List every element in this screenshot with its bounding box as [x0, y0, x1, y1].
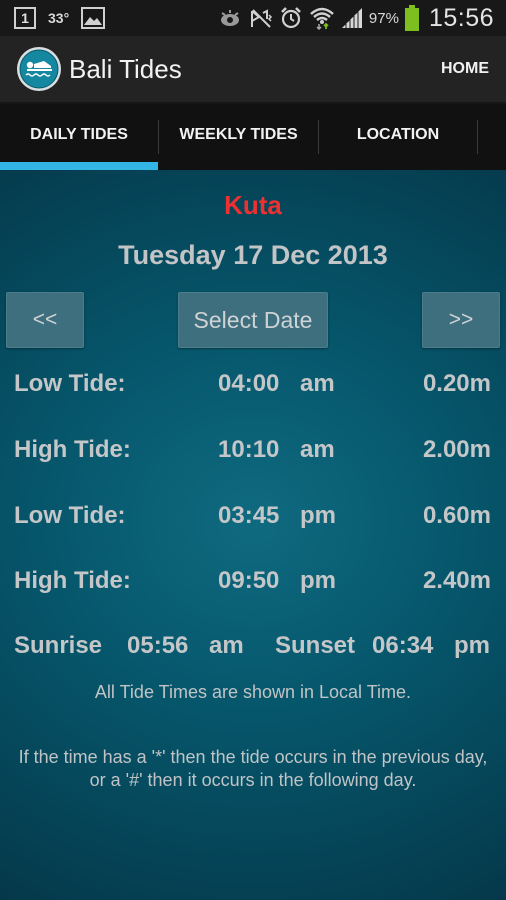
daily-tides-panel: Kuta Tuesday 17 Dec 2013 << Select Date … [0, 170, 506, 900]
signal-icon [341, 6, 363, 30]
tide-type: High Tide: [14, 567, 131, 594]
swimmer-icon[interactable] [16, 46, 62, 92]
alarm-icon [279, 6, 303, 30]
image-icon [81, 6, 106, 30]
tab-location[interactable]: LOCATION [319, 104, 477, 170]
tide-height: 0.60m [422, 502, 491, 529]
location-name: Kuta [224, 190, 282, 220]
tide-type: High Tide: [14, 436, 131, 463]
sunrise-ampm: am [209, 632, 244, 659]
tide-type: Low Tide: [14, 502, 126, 529]
wifi-icon [309, 6, 335, 30]
tide-height: 0.20m [422, 370, 491, 397]
sunrise-time: 05:56 [127, 632, 189, 659]
local-time-note: All Tide Times are shown in Local Time. [94, 682, 412, 702]
next-day-button[interactable]: >> [422, 292, 500, 348]
home-button[interactable]: HOME [441, 60, 489, 78]
temperature: 33° [48, 10, 70, 26]
tide-height: 2.00m [422, 436, 491, 463]
clock: 15:56 [428, 3, 494, 32]
tide-ampm: pm [300, 502, 336, 529]
tide-time: 09:50 [218, 567, 280, 594]
notification-count-icon: 1 [14, 7, 36, 29]
selected-date: Tuesday 17 Dec 2013 [118, 240, 388, 270]
tide-ampm: pm [300, 567, 336, 594]
selected-tab-indicator [0, 162, 158, 170]
tab-weekly-tides[interactable]: WEEKLY TIDES [159, 104, 318, 170]
tide-row: High Tide: 09:50 pm 2.40m [0, 567, 506, 603]
tide-time: 03:45 [218, 502, 280, 529]
tide-type: Low Tide: [14, 370, 126, 397]
tide-height: 2.40m [422, 567, 491, 594]
app-title: Bali Tides [69, 54, 182, 84]
sunset-ampm: pm [454, 632, 490, 659]
eye-icon [217, 6, 243, 30]
sunset-time: 06:34 [372, 632, 434, 659]
tide-ampm: am [300, 436, 335, 463]
mute-icon [249, 6, 273, 30]
tab-divider [477, 120, 478, 154]
symbol-legend-note: If the time has a '*' then the tide occu… [18, 747, 488, 790]
tide-row: High Tide: 10:10 am 2.00m [0, 436, 506, 472]
tide-time: 10:10 [218, 436, 280, 463]
sun-times-row: Sunrise 05:56 am Sunset 06:34 pm [0, 632, 506, 668]
tab-daily-tides[interactable]: DAILY TIDES [0, 104, 158, 170]
tide-ampm: am [300, 370, 335, 397]
sunset-label: Sunset [275, 632, 356, 659]
battery-icon [404, 5, 419, 31]
select-date-button[interactable]: Select Date [178, 292, 328, 348]
tide-row: Low Tide: 04:00 am 0.20m [0, 370, 506, 406]
tide-row: Low Tide: 03:45 pm 0.60m [0, 502, 506, 538]
status-bar: 1 33° 97% 15:56 [0, 0, 506, 36]
sunrise-label: Sunrise [14, 632, 103, 659]
battery-percent: 97% [368, 9, 399, 27]
tab-bar: DAILY TIDES WEEKLY TIDES LOCATION [0, 104, 506, 170]
action-bar: Bali Tides HOME [0, 36, 506, 104]
tide-time: 04:00 [218, 370, 280, 397]
previous-day-button[interactable]: << [6, 292, 84, 348]
